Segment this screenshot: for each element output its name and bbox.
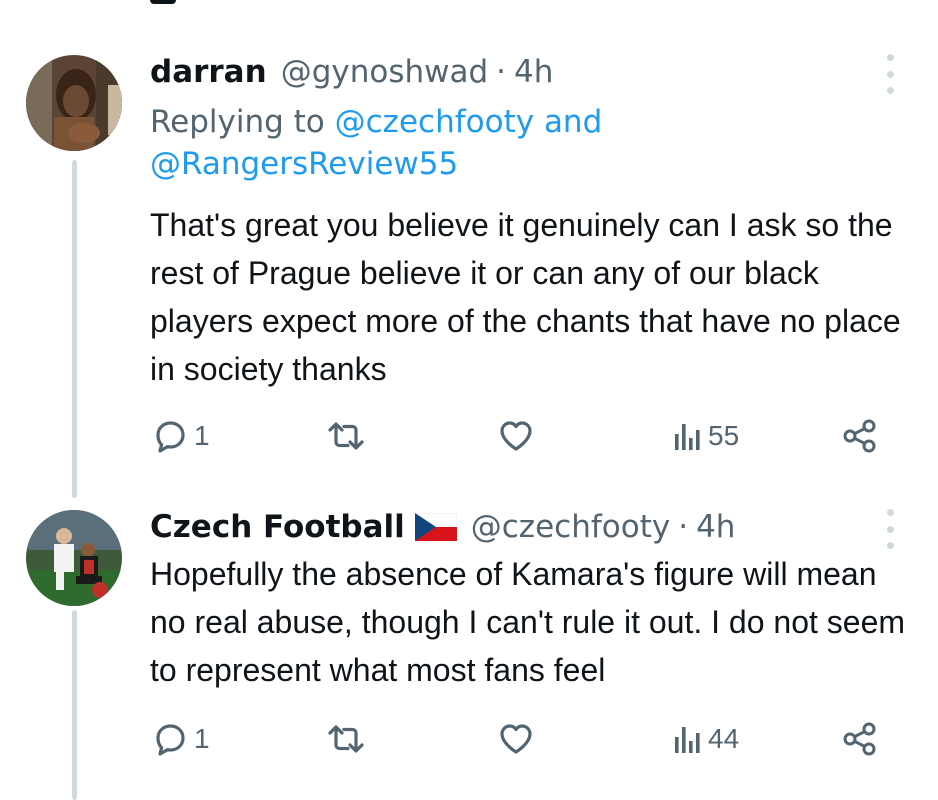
reply-mention-link[interactable]: @RangersReview55 — [150, 146, 458, 182]
tweet-actions: 1 44 — [150, 719, 890, 759]
like-button[interactable] — [496, 719, 536, 759]
tweet-actions: 1 55 — [150, 416, 890, 456]
reply-count: 1 — [194, 420, 210, 451]
reply-button[interactable]: 1 — [150, 719, 210, 759]
avatar[interactable] — [26, 510, 122, 606]
tweet-text: Hopefully the absence of Kamara's figure… — [150, 556, 906, 688]
reply-thread: darran @gynoshwad · 4h Replying to @czec… — [0, 0, 938, 800]
views-icon — [675, 424, 700, 450]
views-icon — [675, 727, 700, 753]
reply-count: 1 — [194, 723, 210, 754]
reply-button[interactable]: 1 — [150, 416, 210, 456]
timestamp[interactable]: 4h — [696, 507, 735, 547]
views-button[interactable]: 44 — [672, 719, 739, 759]
reply-prefix: Replying to — [150, 104, 325, 140]
tweet-header: Czech Football @czechfooty · 4h — [150, 507, 735, 547]
reply-context: Replying to @czechfooty and @RangersRevi… — [150, 101, 750, 185]
reply-icon — [156, 724, 185, 756]
retweet-button[interactable] — [324, 719, 368, 759]
display-name[interactable]: Czech Football — [150, 507, 405, 547]
reply-conjunction: and — [543, 104, 603, 140]
heart-icon — [500, 724, 532, 754]
reply-icon — [156, 421, 185, 453]
timestamp[interactable]: 4h — [514, 52, 553, 92]
user-handle[interactable]: @gynoshwad — [281, 52, 488, 92]
separator-dot: · — [496, 54, 507, 90]
user-handle[interactable]: @czechfooty — [471, 507, 670, 547]
like-button[interactable] — [496, 416, 536, 456]
more-options-icon[interactable] — [878, 54, 902, 94]
avatar[interactable] — [26, 55, 122, 151]
share-button[interactable] — [840, 416, 880, 456]
reply-mention-link[interactable]: @czechfooty — [335, 104, 534, 140]
thread-line — [72, 610, 77, 800]
views-button[interactable]: 55 — [672, 416, 739, 456]
tweet-text: That's great you believe it genuinely ca… — [150, 207, 901, 387]
thread-line — [72, 160, 77, 498]
more-options-icon[interactable] — [878, 509, 902, 549]
previous-tweet-text-fragment — [150, 0, 176, 4]
view-count: 44 — [708, 723, 740, 754]
share-icon — [843, 722, 876, 756]
heart-icon — [500, 421, 532, 451]
view-count: 55 — [708, 420, 740, 451]
czech-flag-icon — [414, 513, 457, 541]
retweet-button[interactable] — [324, 416, 368, 456]
separator-dot: · — [678, 509, 689, 545]
retweet-icon — [328, 725, 364, 753]
display-name[interactable]: darran — [150, 52, 267, 92]
tweet-header: darran @gynoshwad · 4h — [150, 52, 553, 92]
share-button[interactable] — [840, 719, 880, 759]
retweet-icon — [328, 422, 364, 450]
share-icon — [843, 419, 876, 453]
